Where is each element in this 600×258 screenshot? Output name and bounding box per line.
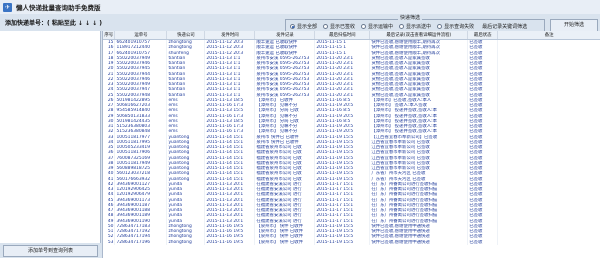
radio-dot[interactable] (290, 24, 295, 29)
table-cell: 【泉州市】 快件 已收件 (254, 239, 316, 245)
table-cell: 2015-11-19 15:5 (314, 239, 371, 245)
filter-group-label: 快递筛选 (398, 14, 423, 21)
tracking-input-area[interactable] (0, 31, 101, 243)
radio-label: 显示运输中 (368, 24, 394, 30)
radio-label: 显示派送中 (406, 24, 432, 30)
radio-dot[interactable] (323, 24, 329, 29)
column-header[interactable]: 序号 (103, 31, 116, 40)
column-header[interactable]: 最后状态 (467, 31, 499, 40)
column-header[interactable]: 发件时间 (204, 31, 256, 40)
results-table: 序号 运单号 快递公司 发件时间 发件记录 最后扫描时间 最后记录(双击查看详细运件流程) 最… (103, 31, 600, 245)
column-header[interactable]: 最后记录(双击查看详细运件流程) (369, 31, 469, 40)
radio-label: 显示已签收 (330, 24, 356, 30)
table-cell: 快件已签收,感谢使用中通快递 (369, 239, 469, 245)
table-cell (497, 239, 600, 245)
table-row[interactable]: 53 728634717196 zhongtong 2015-11-16 19:5 【泉… (103, 239, 600, 245)
add-to-list-button[interactable]: 添加单号到查询列表 (3, 245, 98, 257)
table-cell: zhongtong (166, 239, 206, 245)
column-header[interactable]: 发件记录 (254, 31, 316, 40)
add-tracking-label: 添加快递单号：( 粘贴至此 ↓ ↓ ↓ ) (5, 20, 103, 27)
column-header[interactable]: 运单号 (114, 31, 168, 40)
table-cell: 2015-11-16 19:5 (204, 239, 256, 245)
column-header[interactable]: 最后扫描时间 (314, 31, 371, 40)
radio-dot[interactable] (437, 24, 443, 29)
table-cell: 泉州市安溪 0595-262753 (254, 71, 316, 77)
keyword-filter-input[interactable]: 最后记录关键词筛选 (482, 23, 527, 30)
title-bar: ✈ 懒人快递批量查询助手免费版 (0, 0, 600, 15)
column-header[interactable]: 备注 (497, 31, 600, 40)
radio-dot[interactable] (399, 24, 405, 29)
results-grid[interactable]: 序号 运单号 快递公司 发件时间 发件记录 最后扫描时间 最后记录(双击查看详细运件流程) 最… (102, 31, 600, 258)
table-cell: 泉州市安溪 0595-262753 (254, 87, 316, 93)
table-cell: 泉州市安溪 0595-262753 (254, 66, 316, 72)
filter-radio-1[interactable]: 显示已签收 (323, 23, 355, 30)
table-cell: 泉州市安溪 0595-262753 (254, 92, 316, 98)
left-footer: 添加单号到查询列表 (0, 243, 100, 258)
filter-radio-0[interactable]: 显示全部 (290, 23, 317, 30)
filter-radio-3[interactable]: 显示派送中 (399, 23, 431, 30)
radio-label: 显示查询失败 (444, 24, 475, 30)
table-cell: 728634717196 (114, 239, 168, 245)
window-title: 懒人快递批量查询助手免费版 (16, 4, 101, 12)
table-header: 序号 运单号 快递公司 发件时间 发件记录 最后扫描时间 最后记录(双击查看详细运件流程) 最… (103, 31, 600, 40)
table-cell: 已签收 (467, 239, 499, 245)
table-cell: 53 (103, 239, 116, 245)
filter-radio-2[interactable]: 显示运输中 (361, 23, 393, 30)
filter-radios: 显示全部 显示已签收 显示运输中 显示派送中 显示查询失败 最后记录关键词筛选 (290, 23, 527, 30)
filter-radio-4[interactable]: 显示查询失败 (437, 23, 474, 30)
column-header[interactable]: 快递公司 (166, 31, 206, 40)
radio-label: 显示全部 (297, 24, 318, 30)
toolbar: 添加快递单号：( 粘贴至此 ↓ ↓ ↓ ) 快递筛选 显示全部 显示已签收 显示运输… (0, 14, 600, 32)
radio-dot[interactable] (361, 24, 367, 29)
app-icon: ✈ (3, 2, 12, 12)
